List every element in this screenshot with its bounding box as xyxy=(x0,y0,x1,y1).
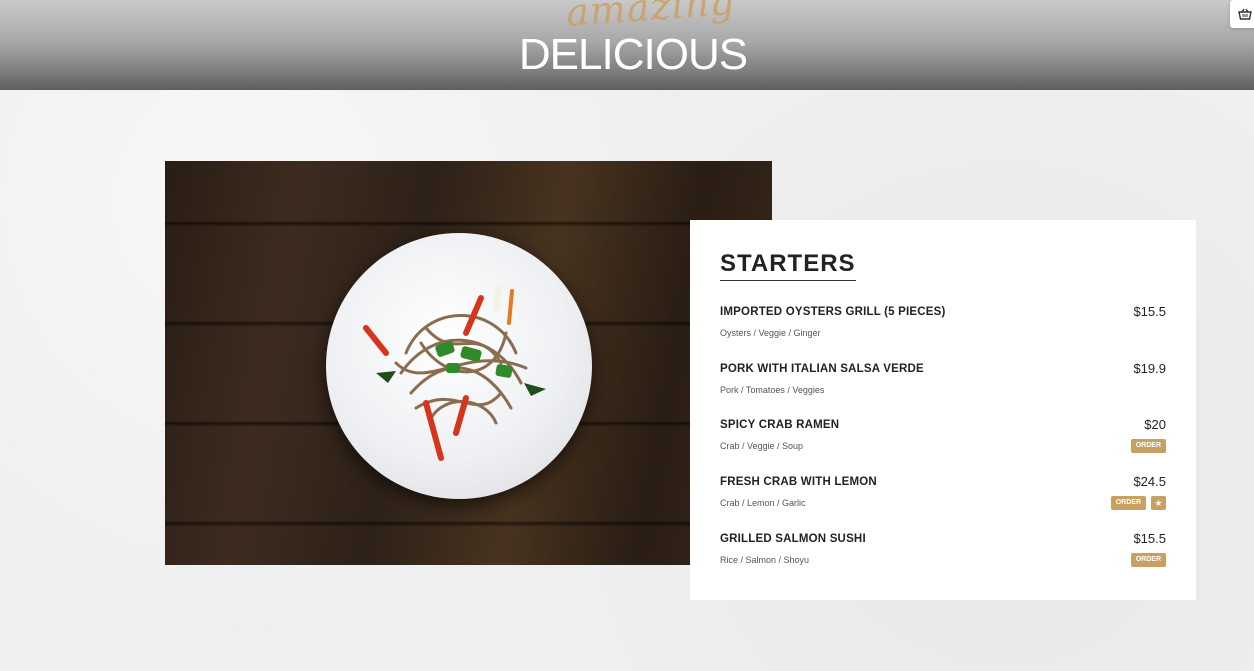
menu-item: PORK WITH ITALIAN SALSA VERDE $19.9 Pork… xyxy=(720,361,1166,413)
noodle-dish-illustration xyxy=(363,284,546,461)
order-button[interactable]: ORDER xyxy=(1130,553,1166,567)
item-description: Pork / Tomatoes / Veggies xyxy=(720,385,825,395)
item-name: SPICY CRAB RAMEN xyxy=(720,419,840,431)
item-price: $20 xyxy=(1144,417,1166,432)
item-price: $15.5 xyxy=(1133,531,1166,546)
item-description: Oysters / Veggie / Ginger xyxy=(720,328,821,338)
item-price: $24.5 xyxy=(1133,474,1166,489)
order-button[interactable]: ORDER xyxy=(1130,439,1166,453)
item-name: IMPORTED OYSTERS GRILL (5 PIECES) xyxy=(720,306,946,318)
menu-item: SPICY CRAB RAMEN $20 Crab / Veggie / Sou… xyxy=(720,417,1166,469)
item-price: $15.5 xyxy=(1133,304,1166,319)
item-description: Crab / Lemon / Garlic xyxy=(720,498,806,508)
menu-item: GRILLED SALMON SUSHI $15.5 Rice / Salmon… xyxy=(720,531,1166,583)
item-description: Crab / Veggie / Soup xyxy=(720,441,804,451)
item-name: FRESH CRAB WITH LEMON xyxy=(720,476,877,488)
order-button[interactable]: ORDER xyxy=(1110,496,1146,510)
hero-title: DELICIOUS xyxy=(518,30,748,79)
hero-banner: amazing DELICIOUS xyxy=(0,0,1254,90)
cart-button[interactable] xyxy=(1230,0,1254,28)
basket-icon xyxy=(1238,8,1252,20)
dish-photo xyxy=(165,161,772,565)
menu-item: FRESH CRAB WITH LEMON $24.5 Crab / Lemon… xyxy=(720,474,1166,526)
item-name: GRILLED SALMON SUSHI xyxy=(720,533,866,545)
item-description: Rice / Salmon / Shoyu xyxy=(720,555,810,565)
item-price: $19.9 xyxy=(1133,361,1166,376)
menu-card: STARTERS IMPORTED OYSTERS GRILL (5 PIECE… xyxy=(690,220,1196,600)
menu-heading: STARTERS xyxy=(720,250,856,281)
star-icon[interactable]: ★ xyxy=(1151,496,1166,510)
plate xyxy=(326,233,592,499)
item-name: PORK WITH ITALIAN SALSA VERDE xyxy=(720,363,924,375)
menu-item: IMPORTED OYSTERS GRILL (5 PIECES) $15.5 … xyxy=(720,304,1166,356)
